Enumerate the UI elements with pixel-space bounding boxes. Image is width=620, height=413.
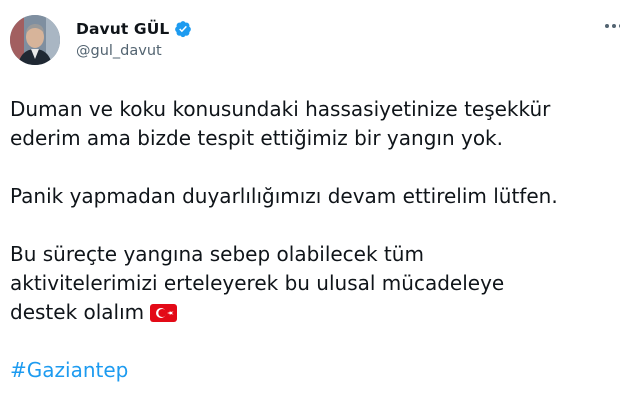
tweet-text: Duman ve koku konusundaki hassasiyetiniz… xyxy=(10,95,620,385)
author-handle[interactable]: @gul_davut xyxy=(76,43,162,59)
author-display-name[interactable]: Davut GÜL xyxy=(76,20,169,38)
more-options-icon[interactable] xyxy=(602,16,620,36)
verified-badge-icon xyxy=(174,20,192,38)
hashtag-link[interactable]: #Gaziantep xyxy=(10,356,620,385)
tweet-text-line: Panik yapmadan duyarlılığımızı devam ett… xyxy=(10,184,558,208)
tweet-text-line: Bu süreçte yangına sebep olabilecek tüm xyxy=(10,242,424,266)
turkey-flag-icon xyxy=(150,302,178,331)
tweet-text-line: aktivitelerimizi erteleyerek bu ulusal m… xyxy=(10,271,505,295)
tweet-card: Davut GÜL @gul_davut Duman ve koku konus… xyxy=(0,0,620,413)
tweet-text-line: Duman ve koku konusundaki hassasiyetiniz… xyxy=(10,97,551,121)
avatar-image xyxy=(10,15,60,65)
tweet-text-line: ederim ama bizde tespit ettiğimiz bir ya… xyxy=(10,126,503,150)
tweet-text-fragment: destek olalım xyxy=(10,300,145,324)
tweet-text-line-with-flag: destek olalım xyxy=(10,298,620,327)
author-name-row[interactable]: Davut GÜL xyxy=(76,18,192,40)
avatar[interactable] xyxy=(10,15,60,65)
